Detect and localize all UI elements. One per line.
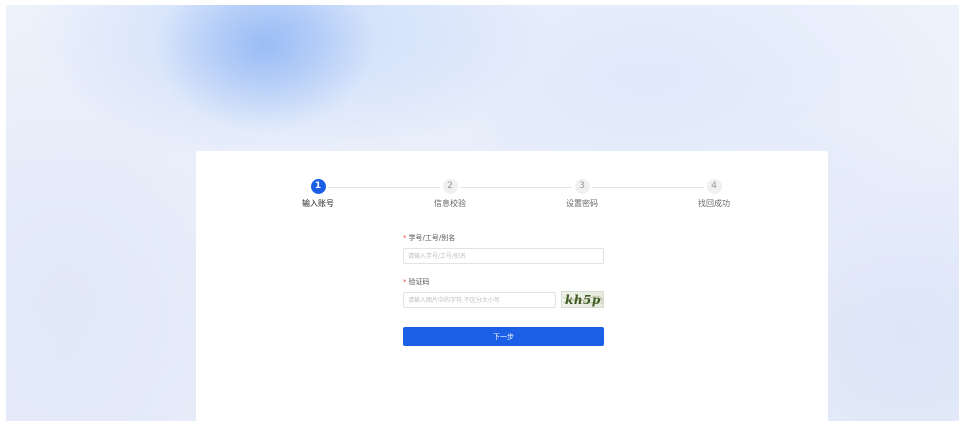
step-2-number: 2: [442, 179, 458, 194]
captcha-label-text: 验证码: [408, 278, 430, 286]
account-input[interactable]: [403, 248, 604, 264]
captcha-text: kh5p: [565, 293, 601, 307]
step-4: 4 找回成功: [674, 179, 754, 209]
step-progress: 1 输入账号 2 信息校验 3 设置密码 4 找回成功: [196, 179, 828, 219]
account-label: * 学号/工号/别名: [403, 233, 604, 243]
find-password-card: 1 输入账号 2 信息校验 3 设置密码 4 找回成功 *学号/工号/别名 *: [196, 151, 828, 421]
account-form: *学号/工号/别名 *验证码 kh5p 下一步: [403, 233, 604, 346]
captcha-glyphs: kh5p: [562, 293, 603, 307]
required-mark: *: [403, 278, 407, 286]
step-2-label: 信息校验: [434, 199, 466, 208]
captcha-input[interactable]: [403, 292, 556, 308]
step-2: 2 信息校验: [410, 179, 490, 209]
page-background: 1 输入账号 2 信息校验 3 设置密码 4 找回成功 *学号/工号/别名 *: [6, 5, 959, 421]
required-mark: *: [403, 234, 407, 242]
step-3-number: 3: [574, 179, 590, 194]
step-4-number: 4: [706, 179, 722, 194]
step-4-label: 找回成功: [698, 199, 730, 208]
step-1-number: 1: [310, 179, 326, 194]
captcha-image[interactable]: kh5p: [561, 291, 604, 308]
next-step-button[interactable]: 下一步: [403, 327, 604, 346]
step-3-label: 设置密码: [566, 199, 598, 208]
captcha-label: * 验证码: [403, 277, 604, 287]
account-label-text: 学号/工号/别名: [408, 234, 456, 242]
captcha-row: kh5p: [403, 291, 604, 309]
step-1: 1 输入账号: [278, 179, 358, 209]
step-1-label: 输入账号: [302, 199, 334, 208]
step-3: 3 设置密码: [542, 179, 622, 209]
